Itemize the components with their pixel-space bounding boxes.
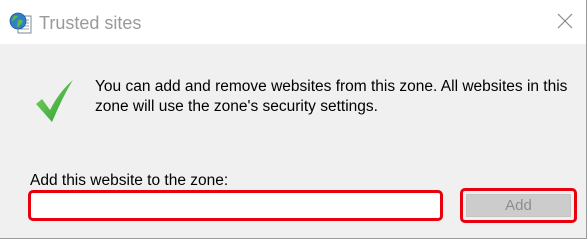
- globe-page-icon: [9, 11, 33, 35]
- add-button-label: Add: [466, 194, 571, 217]
- add-website-label: Add this website to the zone:: [30, 172, 229, 189]
- info-message: You can add and remove websites from thi…: [95, 78, 568, 115]
- dialog-title: Trusted sites: [39, 13, 142, 33]
- close-button[interactable]: [548, 8, 582, 38]
- title-bar: Trusted sites: [0, 0, 586, 44]
- website-url-input[interactable]: [28, 190, 443, 221]
- add-button[interactable]: Add: [460, 188, 577, 223]
- trusted-sites-dialog: Trusted sites You can add and remove web…: [0, 0, 587, 239]
- close-icon: [556, 12, 574, 35]
- checkmark-icon: [34, 79, 76, 123]
